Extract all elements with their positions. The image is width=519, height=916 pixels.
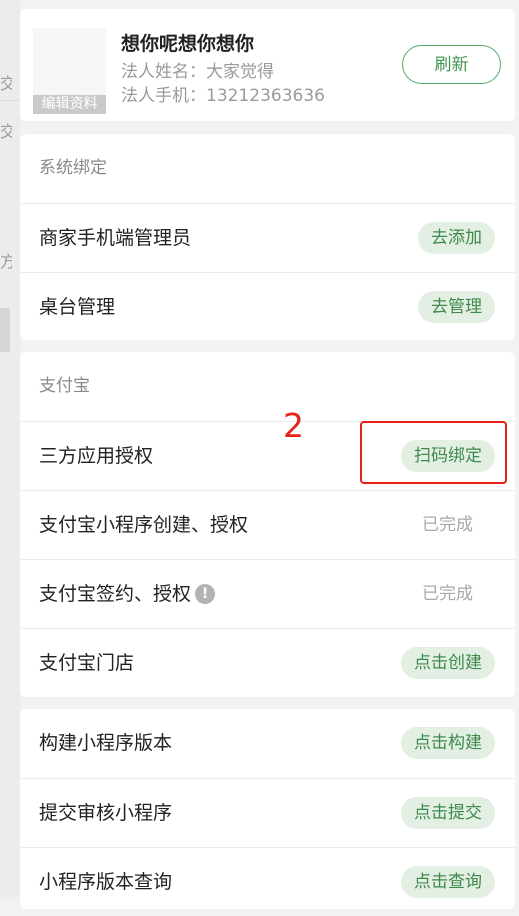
background-text-fragment: 方 [0,252,12,271]
manage-tables-button[interactable]: 去管理 [418,291,495,323]
list-item: 支付宝小程序创建、授权 已完成 [20,490,515,559]
submit-review-button[interactable]: 点击提交 [401,797,495,829]
row-label-text: 支付宝签约、授权 [39,583,192,605]
background-text-fragment: 交 [0,122,12,141]
list-item: 构建小程序版本 点击构建 [20,709,515,778]
list-item: 桌台管理 去管理 [20,272,515,341]
merchant-profile-card: 编辑资料 想你呢想你想你 法人姓名：大家觉得 法人手机：13212363636 … [20,9,515,121]
row-label: 三方应用授权 [39,445,154,467]
add-admin-button[interactable]: 去添加 [418,222,495,254]
merchant-name: 想你呢想你想你 [121,33,255,55]
background-divider [0,100,20,101]
background-text-fragment: 交 [0,74,12,93]
section-title-alipay: 支付宝 [39,376,90,396]
list-item: 支付宝门店 点击创建 [20,628,515,697]
refresh-button[interactable]: 刷新 [402,45,501,84]
legal-person-name: 法人姓名：大家觉得 [121,62,274,82]
list-item: 支付宝签约、授权! 已完成 [20,559,515,628]
annotation-highlight-box [360,421,507,484]
annotation-step-number: 2 [283,406,304,445]
row-label: 商家手机端管理员 [39,227,192,249]
list-item: 小程序版本查询 点击查询 [20,847,515,916]
mini-program-card: 构建小程序版本 点击构建 提交审核小程序 点击提交 小程序版本查询 点击查询 [20,709,515,909]
edit-profile-button[interactable]: 编辑资料 [33,95,106,114]
row-label: 构建小程序版本 [39,732,173,754]
status-text: 已完成 [422,584,473,604]
row-label: 桌台管理 [39,296,116,318]
query-version-button[interactable]: 点击查询 [401,866,495,898]
row-label: 支付宝签约、授权! [39,560,216,628]
background-block [0,308,10,352]
status-text: 已完成 [422,515,473,535]
legal-person-phone: 法人手机：13212363636 [121,86,325,106]
build-version-button[interactable]: 点击构建 [401,727,495,759]
row-label: 支付宝门店 [39,652,135,674]
alipay-card: 支付宝 三方应用授权 扫码绑定 支付宝小程序创建、授权 已完成 支付宝签约、授权… [20,352,515,697]
section-title-system-binding: 系统绑定 [39,158,107,178]
row-label: 提交审核小程序 [39,802,173,824]
row-label: 支付宝小程序创建、授权 [39,514,249,536]
list-item: 提交审核小程序 点击提交 [20,778,515,847]
list-item: 商家手机端管理员 去添加 [20,203,515,272]
info-icon[interactable]: ! [195,584,216,604]
create-store-button[interactable]: 点击创建 [401,647,495,679]
row-label: 小程序版本查询 [39,871,173,893]
system-binding-card: 系统绑定 商家手机端管理员 去添加 桌台管理 去管理 [20,134,515,340]
